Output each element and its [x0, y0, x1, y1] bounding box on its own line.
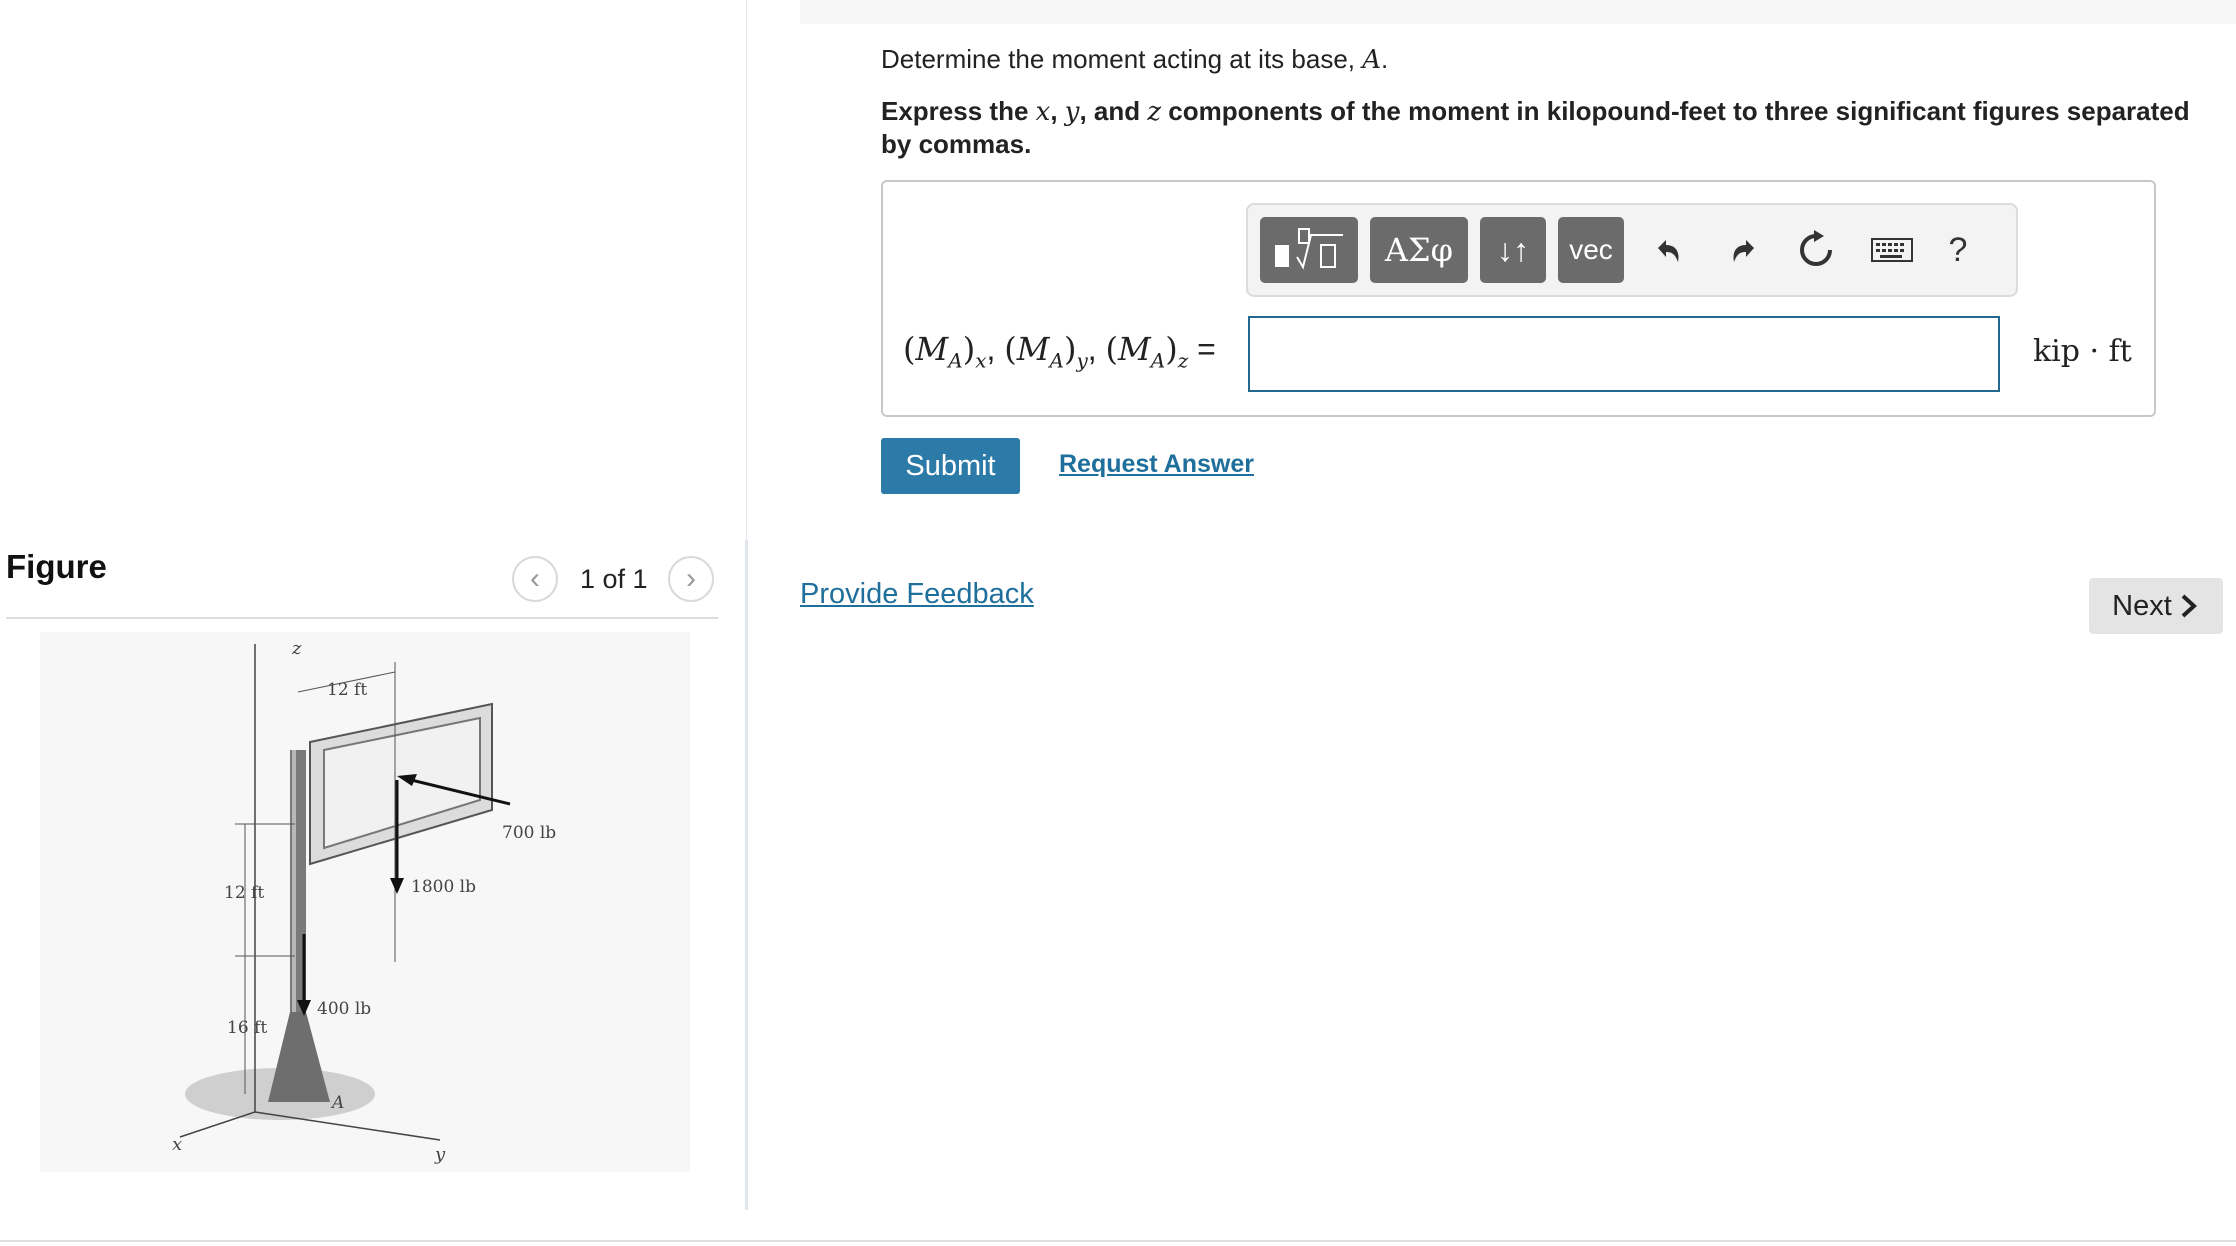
next-figure-button[interactable]: ›	[668, 556, 714, 602]
submit-button[interactable]: Submit	[881, 438, 1020, 494]
question-suffix: .	[1381, 44, 1389, 74]
math-toolbar: ΑΣφ ↓↑ vec ?	[1246, 203, 2018, 297]
billboard-figure: z x y A 12 ft 700 lb 1800 lb 400 lb 12 f…	[40, 632, 690, 1172]
question-variable: A	[1362, 45, 1382, 75]
answer-input[interactable]	[1248, 316, 2000, 392]
pole-highlight	[292, 750, 296, 1050]
subscript-superscript-button[interactable]: ↓↑	[1480, 217, 1546, 283]
bottom-divider	[0, 1240, 2236, 1242]
z-axis-label: z	[291, 638, 302, 659]
answer-label: (MA)x, (MA)y, (MA)z =	[903, 330, 1216, 373]
figure-panel: Figure ‹ 1 of 1 › z x y A 12 ft 700 lb 1…	[0, 0, 746, 1246]
y-axis-label: y	[434, 1144, 446, 1165]
greek-symbols-button[interactable]: ΑΣφ	[1370, 217, 1468, 283]
units-label: kip · ft	[2033, 334, 2132, 369]
dim-12ft-top: 12 ft	[327, 680, 367, 700]
dim-12ft-side: 12 ft	[224, 883, 264, 903]
keyboard-icon	[1871, 238, 1913, 262]
provide-feedback-link[interactable]: Provide Feedback	[800, 578, 1034, 611]
reset-icon	[1800, 230, 1832, 266]
question-text: Determine the moment acting at its base,…	[881, 44, 1388, 75]
figure-title: Figure	[6, 548, 107, 585]
chevron-right-icon: ›	[686, 562, 696, 595]
prev-figure-button[interactable]: ‹	[512, 556, 558, 602]
redo-button[interactable]	[1714, 215, 1774, 285]
dim-16ft: 16 ft	[227, 1018, 267, 1038]
chevron-right-icon	[2181, 594, 2197, 618]
instruction-y: y	[1064, 97, 1080, 127]
figure-divider	[6, 617, 718, 619]
undo-button[interactable]	[1638, 215, 1698, 285]
reset-button[interactable]	[1786, 215, 1846, 285]
instruction-part-1: Express the	[881, 96, 1036, 126]
help-button[interactable]: ?	[1928, 215, 1988, 285]
redo-icon	[1733, 240, 1754, 262]
top-strip	[800, 0, 2236, 24]
instruction-x: x	[1035, 97, 1051, 127]
templates-icon	[1275, 228, 1343, 270]
instruction-part-3: , and	[1079, 96, 1148, 126]
keyboard-button[interactable]	[1862, 215, 1922, 285]
instruction-z: z	[1147, 97, 1162, 127]
instruction-part-2: ,	[1050, 96, 1065, 126]
vector-button[interactable]: vec	[1558, 217, 1624, 283]
templates-button[interactable]	[1260, 217, 1358, 283]
request-answer-link[interactable]: Request Answer	[1059, 450, 1254, 479]
next-button[interactable]: Next	[2089, 578, 2223, 634]
x-axis-label: x	[172, 1134, 182, 1155]
undo-icon	[1658, 240, 1679, 262]
instruction-text: Express the x, y, and z components of th…	[881, 95, 2221, 160]
pane-divider	[745, 540, 748, 1210]
force-400-label: 400 lb	[317, 999, 371, 1019]
point-a-label: A	[330, 1093, 344, 1113]
force-700-label: 700 lb	[502, 823, 556, 843]
chevron-left-icon: ‹	[530, 562, 540, 595]
question-prefix: Determine the moment acting at its base,	[881, 44, 1363, 74]
force-1800-label: 1800 lb	[411, 877, 476, 897]
figure-pager: 1 of 1	[580, 564, 648, 594]
pane-divider-top	[746, 0, 747, 540]
next-label: Next	[2112, 589, 2172, 622]
